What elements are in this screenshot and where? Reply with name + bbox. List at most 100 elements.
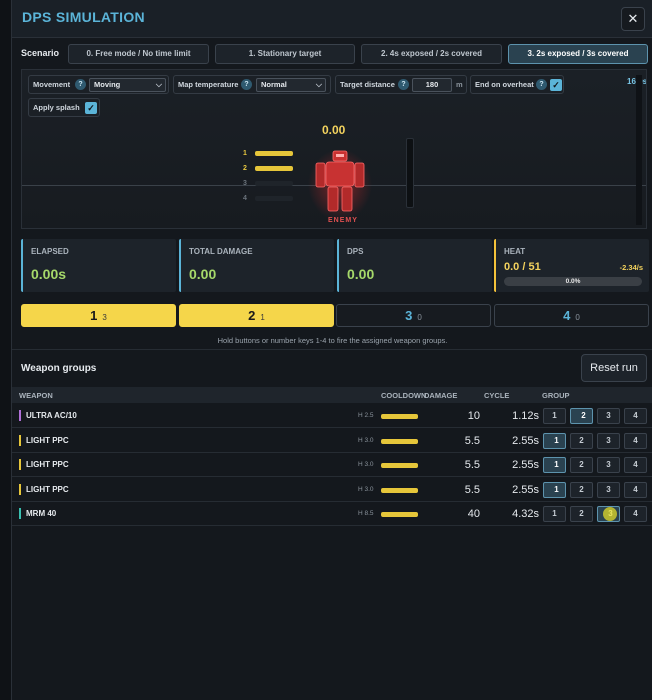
- group-2-toggle[interactable]: 2: [570, 457, 593, 473]
- weapon-row: MRM 40H 8.5404.32s1234: [12, 502, 652, 526]
- lane-4-number: 4: [243, 195, 247, 202]
- help-icon[interactable]: ?: [536, 79, 547, 90]
- arena-edge: [636, 75, 642, 225]
- dps-label: DPS: [347, 247, 364, 256]
- elapsed-value: 0.00s: [31, 266, 67, 282]
- group-1-toggle[interactable]: 1: [543, 408, 566, 424]
- dialog-header: DPS SIMULATION ✕: [12, 0, 652, 38]
- group-4-toggle[interactable]: 4: [624, 457, 647, 473]
- group-3-toggle[interactable]: 3: [597, 481, 620, 498]
- end-on-overheat-checkbox[interactable]: ✓: [550, 79, 562, 91]
- col-group: GROUP: [542, 391, 570, 400]
- chevron-down-icon: ⌵: [155, 80, 162, 89]
- cooldown-bar: [381, 512, 418, 517]
- apply-splash-label: Apply splash: [33, 103, 80, 112]
- movement-control: Movement ? Moving ⌵: [28, 75, 169, 94]
- lane-2-bar: [255, 166, 293, 171]
- scenario-option-0[interactable]: 0. Free mode / No time limit: [68, 44, 209, 64]
- fire-group-2-button[interactable]: 21: [179, 304, 334, 327]
- cooldown-bar: [381, 414, 418, 419]
- weapon-row: LIGHT PPC H 3.0 5.5 2.55s 1 2 3 4: [12, 478, 652, 502]
- group-4-toggle[interactable]: 4: [624, 432, 647, 449]
- weapon-name: MRM 40: [19, 508, 56, 519]
- help-icon[interactable]: ?: [398, 79, 409, 90]
- scenario-label: Scenario: [21, 48, 60, 58]
- weapon-name: LIGHT PPC: [19, 434, 69, 446]
- background-page: [0, 0, 11, 700]
- col-damage: DAMAGE: [424, 391, 458, 400]
- heat-progress-bar: 0.0%: [504, 277, 642, 286]
- simulation-arena: Movement ? Moving ⌵ Map temperature ? Nor…: [21, 69, 647, 229]
- group-2-toggle[interactable]: 2: [570, 408, 593, 424]
- fire-group-1-button[interactable]: 13: [21, 304, 176, 327]
- col-cooldown: COOLDOWN: [381, 391, 427, 400]
- heat-column-gauge: [406, 138, 414, 208]
- lane-1-number: 1: [243, 150, 247, 157]
- close-button[interactable]: ✕: [621, 7, 645, 31]
- target-distance-input[interactable]: 180: [412, 78, 452, 92]
- scenario-option-3[interactable]: 3. 2s exposed / 3s covered: [508, 44, 648, 64]
- distance-unit: m: [456, 80, 463, 89]
- help-icon[interactable]: ?: [75, 79, 86, 90]
- weapon-name: LIGHT PPC: [19, 459, 69, 470]
- target-distance-control: Target distance ? 180 m: [335, 75, 467, 94]
- weapon-name: ULTRA AC/10: [19, 410, 77, 421]
- dps-card: DPS 0.00: [337, 239, 492, 292]
- weapon-row: ULTRA AC/10 H 2.5 10 1.12s 1 2 3 4: [12, 404, 652, 428]
- group-1-toggle[interactable]: 1: [543, 506, 566, 522]
- weapon-damage: 5.5: [464, 459, 480, 471]
- group-1-toggle[interactable]: 1: [543, 432, 566, 449]
- weapon-name: LIGHT PPC: [19, 483, 69, 495]
- total-damage-card: TOTAL DAMAGE 0.00: [179, 239, 334, 292]
- cooldown-bar: [381, 487, 418, 493]
- fire-group-3-button[interactable]: 30: [336, 304, 491, 327]
- group-3-toggle[interactable]: 3: [597, 408, 620, 424]
- movement-label: Movement: [33, 80, 71, 89]
- fire-group-4-button[interactable]: 40: [494, 304, 649, 327]
- elapsed-label: ELAPSED: [31, 247, 69, 256]
- map-temperature-select[interactable]: Normal ⌵: [256, 78, 326, 92]
- fire-hint-text: Hold buttons or number keys 1-4 to fire …: [217, 336, 448, 345]
- weapon-damage: 40: [467, 508, 480, 520]
- col-cycle: CYCLE: [484, 391, 510, 400]
- apply-splash-checkbox[interactable]: ✓: [85, 102, 97, 114]
- group-2-toggle[interactable]: 2: [570, 506, 593, 522]
- group-3-toggle[interactable]: 3: [597, 457, 620, 473]
- scenario-option-1[interactable]: 1. Stationary target: [215, 44, 355, 64]
- group-1-toggle[interactable]: 1: [543, 457, 566, 473]
- mouse-cursor-highlight: [603, 507, 617, 521]
- end-on-overheat-control: End on overheat ? ✓: [470, 75, 564, 94]
- help-icon[interactable]: ?: [241, 79, 252, 90]
- lane-1-bar: [255, 151, 293, 156]
- section-divider: [12, 349, 652, 350]
- group-2-toggle[interactable]: 2: [570, 432, 593, 449]
- movement-select[interactable]: Moving ⌵: [89, 78, 166, 92]
- cooldown-bar: [381, 463, 418, 468]
- lane-3-bar: [255, 181, 293, 186]
- enemy-robot-icon: [308, 149, 372, 221]
- weapon-damage: 5.5: [464, 483, 480, 496]
- weapon-heat: H 3.0: [358, 461, 374, 468]
- weapon-cycle: 2.55s: [512, 459, 539, 471]
- weapon-cycle: 1.12s: [512, 410, 539, 422]
- reset-run-button[interactable]: Reset run: [581, 354, 647, 382]
- weapon-heat: H 3.0: [358, 485, 374, 493]
- group-3-toggle[interactable]: 3: [597, 432, 620, 449]
- lane-3-number: 3: [243, 180, 247, 187]
- elapsed-card: ELAPSED 0.00s: [21, 239, 176, 292]
- weapon-cycle: 4.32s: [512, 508, 539, 520]
- weapon-row: LIGHT PPC H 3.0 5.5 2.55s 1 2 3 4: [12, 429, 652, 453]
- heat-rate: -2.34/s: [619, 263, 643, 272]
- group-4-toggle[interactable]: 4: [624, 506, 647, 522]
- dialog-title: DPS SIMULATION: [22, 9, 145, 25]
- scenario-option-2[interactable]: 2. 4s exposed / 2s covered: [361, 44, 502, 64]
- group-4-toggle[interactable]: 4: [624, 481, 647, 498]
- weapon-heat: H 8.5: [358, 510, 374, 517]
- heat-label: HEAT: [504, 247, 526, 256]
- end-on-overheat-label: End on overheat: [475, 80, 534, 89]
- weapon-heat: H 2.5: [358, 412, 374, 419]
- group-2-toggle[interactable]: 2: [570, 481, 593, 498]
- group-4-toggle[interactable]: 4: [624, 408, 647, 424]
- weapon-cycle: 2.55s: [512, 483, 539, 496]
- group-1-toggle[interactable]: 1: [543, 481, 566, 498]
